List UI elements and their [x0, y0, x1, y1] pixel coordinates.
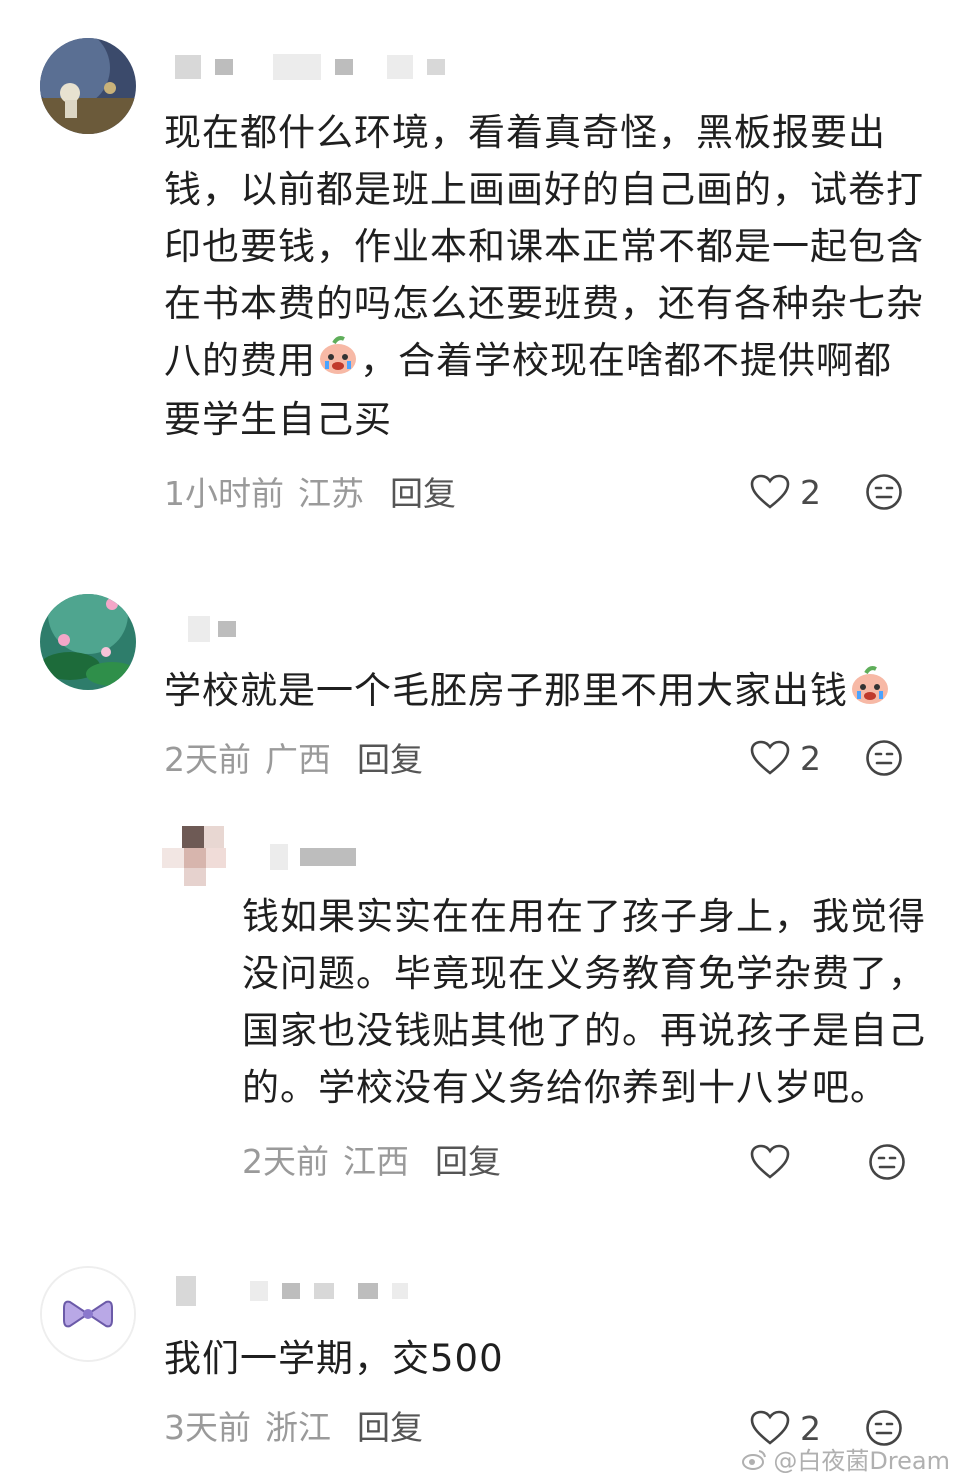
- watermark: @白夜菌Dream: [741, 1441, 950, 1476]
- reply-button[interactable]: 回复: [357, 1408, 423, 1448]
- like-count: 2: [800, 738, 821, 778]
- heart-outline-icon: [750, 740, 790, 775]
- username-blurred[interactable]: [176, 1276, 408, 1306]
- username-blurred[interactable]: [175, 54, 445, 80]
- neutral-face-icon[interactable]: [865, 473, 903, 511]
- reply-button[interactable]: 回复: [435, 1142, 501, 1182]
- comment-time: 2天前: [242, 1142, 329, 1181]
- username-blurred[interactable]: [270, 844, 356, 870]
- neutral-face-icon[interactable]: [868, 1143, 906, 1181]
- username-blurred[interactable]: [188, 616, 236, 642]
- crying-face-emoji-icon: [316, 334, 360, 391]
- watermark-text: @白夜菌Dream: [773, 1447, 950, 1475]
- comment-actions: 2: [750, 736, 903, 780]
- like-button[interactable]: [750, 1144, 824, 1180]
- comment-meta: 2天前 广西 回复: [164, 740, 423, 780]
- comment-text-main: 钱如果实实在在用在了孩子身上，我觉得没问题。毕竟现在义务教育免学杂费了，国家也没…: [242, 895, 926, 1109]
- like-count: 2: [800, 472, 821, 512]
- comment-text: 学校就是一个毛胚房子那里不用大家出钱: [164, 662, 924, 721]
- comment-region: 广西: [265, 740, 331, 779]
- comment-text-main: 学校就是一个毛胚房子那里不用大家出钱: [164, 669, 848, 712]
- comment-meta: 3天前 浙江 回复: [164, 1408, 423, 1448]
- crying-face-emoji-icon: [848, 664, 892, 721]
- comment-actions: 2: [750, 470, 903, 514]
- comment-text-main: 我们一学期，交500: [164, 1337, 504, 1380]
- comment-region: 江苏: [298, 474, 364, 513]
- reply-button[interactable]: 回复: [390, 474, 456, 514]
- avatar[interactable]: [40, 1266, 136, 1362]
- comment-text: 我们一学期，交500: [164, 1330, 924, 1387]
- heart-outline-icon: [750, 1144, 790, 1179]
- comment-time: 3天前: [164, 1408, 251, 1447]
- avatar[interactable]: [40, 38, 136, 134]
- comment-time: 2天前: [164, 740, 251, 779]
- neutral-face-icon[interactable]: [865, 739, 903, 777]
- comment-region: 浙江: [265, 1408, 331, 1447]
- comment-actions: [750, 1140, 906, 1184]
- like-button[interactable]: 2: [750, 473, 821, 512]
- like-button[interactable]: 2: [750, 739, 821, 778]
- comment-time: 1小时前: [164, 474, 284, 513]
- avatar[interactable]: [162, 826, 236, 886]
- comment-text: 现在都什么环境，看着真奇怪，黑板报要出钱，以前都是班上画画好的自己画的，试卷打印…: [164, 104, 924, 448]
- avatar[interactable]: [40, 594, 136, 690]
- heart-outline-icon: [750, 474, 790, 509]
- comment-region: 江西: [343, 1142, 409, 1181]
- comment-text: 钱如果实实在在用在了孩子身上，我觉得没问题。毕竟现在义务教育免学杂费了，国家也没…: [242, 888, 932, 1116]
- comment-meta: 2天前 江西 回复: [242, 1142, 501, 1182]
- weibo-logo-icon: [742, 1449, 767, 1470]
- comment-meta: 1小时前 江苏 回复: [164, 474, 456, 514]
- reply-button[interactable]: 回复: [357, 740, 423, 780]
